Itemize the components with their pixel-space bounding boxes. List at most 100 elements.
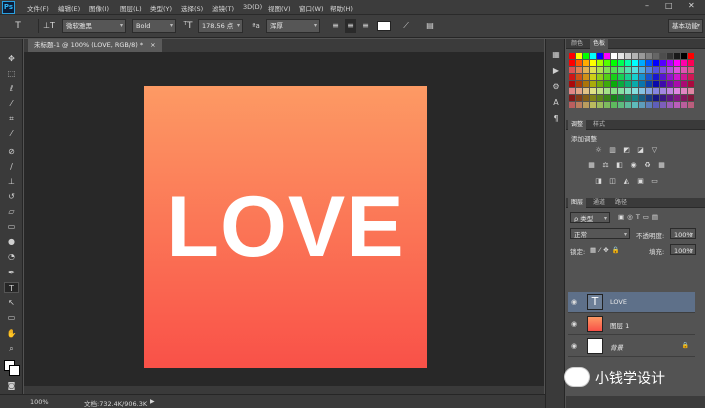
color-swatch[interactable] bbox=[611, 60, 617, 66]
menu-file[interactable]: 文件(F) bbox=[27, 3, 49, 13]
blur-tool-icon[interactable]: ● bbox=[4, 236, 19, 247]
color-swatch[interactable] bbox=[583, 53, 589, 59]
color-swatch[interactable] bbox=[667, 67, 673, 73]
color-swatch[interactable] bbox=[688, 95, 694, 101]
color-swatch[interactable] bbox=[639, 88, 645, 94]
color-swatch[interactable] bbox=[611, 53, 617, 59]
visibility-eye-icon[interactable]: ◉ bbox=[571, 298, 577, 306]
history-brush-tool-icon[interactable]: ↺ bbox=[4, 191, 19, 202]
color-swatch[interactable] bbox=[597, 53, 603, 59]
color-swatch[interactable] bbox=[618, 74, 624, 80]
color-swatch[interactable] bbox=[576, 88, 582, 94]
color-swatch[interactable] bbox=[583, 60, 589, 66]
color-swatch[interactable] bbox=[688, 53, 694, 59]
color-swatch[interactable] bbox=[590, 67, 596, 73]
menu-help[interactable]: 帮助(H) bbox=[330, 3, 353, 13]
hand-tool-icon[interactable]: ✋ bbox=[4, 328, 19, 339]
color-swatch[interactable] bbox=[653, 81, 659, 87]
layer-row-background[interactable]: ◉ 背景 🔒 bbox=[568, 336, 695, 357]
color-swatch[interactable] bbox=[611, 67, 617, 73]
eraser-tool-icon[interactable]: ▱ bbox=[4, 206, 19, 217]
color-swatch[interactable] bbox=[681, 60, 687, 66]
color-swatch[interactable] bbox=[583, 95, 589, 101]
quick-select-tool-icon[interactable]: ⁄ bbox=[4, 98, 19, 109]
tab-styles[interactable]: 样式 bbox=[590, 120, 608, 130]
horizontal-scrollbar[interactable] bbox=[24, 386, 544, 394]
opacity-field[interactable]: 100% bbox=[670, 228, 696, 239]
color-swatch[interactable] bbox=[667, 53, 673, 59]
canvas-area[interactable]: LOVE bbox=[24, 52, 544, 394]
dodge-tool-icon[interactable]: ◔ bbox=[4, 251, 19, 262]
color-swatch[interactable] bbox=[632, 81, 638, 87]
color-swatch[interactable] bbox=[688, 88, 694, 94]
color-swatch[interactable] bbox=[576, 74, 582, 80]
font-size-dropdown[interactable]: 178.56 点 bbox=[198, 19, 243, 33]
color-swatch[interactable] bbox=[590, 60, 596, 66]
visibility-eye-icon[interactable]: ◉ bbox=[571, 342, 577, 350]
color-swatch[interactable] bbox=[618, 88, 624, 94]
color-swatch[interactable] bbox=[653, 74, 659, 80]
path-select-tool-icon[interactable]: ↖ bbox=[4, 297, 19, 308]
character-panel-icon[interactable]: A bbox=[550, 97, 562, 109]
color-swatch[interactable] bbox=[646, 81, 652, 87]
color-swatch[interactable] bbox=[625, 95, 631, 101]
document-canvas[interactable]: LOVE bbox=[144, 86, 427, 368]
color-swatch[interactable] bbox=[674, 60, 680, 66]
brightness-icon[interactable]: ☼ bbox=[594, 146, 603, 154]
color-swatch[interactable] bbox=[688, 102, 694, 108]
layer-row-love[interactable]: ◉ T LOVE bbox=[568, 292, 695, 313]
gradient-map-icon[interactable]: ▭ bbox=[650, 177, 659, 185]
history-panel-icon[interactable]: ▦ bbox=[550, 49, 562, 61]
zoom-level[interactable]: 100% bbox=[30, 398, 49, 406]
color-swatch[interactable] bbox=[576, 67, 582, 73]
pen-tool-icon[interactable]: ✒ bbox=[4, 267, 19, 278]
layer-filter-icons[interactable]: ▣◎T▭▤ bbox=[618, 213, 661, 221]
text-color-swatch[interactable] bbox=[377, 21, 391, 31]
color-swatch[interactable] bbox=[667, 102, 673, 108]
tab-swatches[interactable]: 色板 bbox=[590, 39, 609, 49]
properties-panel-icon[interactable]: ⚙ bbox=[550, 81, 562, 93]
color-swatch[interactable] bbox=[639, 60, 645, 66]
color-swatch[interactable] bbox=[576, 53, 582, 59]
color-swatch[interactable] bbox=[604, 95, 610, 101]
menu-view[interactable]: 视图(V) bbox=[268, 3, 291, 13]
selective-color-icon[interactable]: ▣ bbox=[636, 177, 645, 185]
color-swatch[interactable] bbox=[681, 74, 687, 80]
font-family-dropdown[interactable]: 微软雅黑 bbox=[62, 19, 126, 33]
color-swatch[interactable] bbox=[611, 81, 617, 87]
hue-saturation-icon[interactable]: ▦ bbox=[587, 161, 596, 169]
color-swatch[interactable] bbox=[632, 102, 638, 108]
color-swatch[interactable] bbox=[590, 74, 596, 80]
gradient-tool-icon[interactable]: ▭ bbox=[4, 221, 19, 232]
anti-alias-dropdown[interactable]: 浑厚 bbox=[266, 19, 320, 33]
color-swatch[interactable] bbox=[569, 81, 575, 87]
lock-icons[interactable]: ▦⁄✥🔒 bbox=[590, 246, 623, 254]
menu-layer[interactable]: 图层(L) bbox=[120, 3, 142, 13]
color-swatch[interactable] bbox=[681, 67, 687, 73]
color-swatch[interactable] bbox=[660, 102, 666, 108]
color-swatch[interactable] bbox=[688, 67, 694, 73]
close-tab-icon[interactable]: × bbox=[150, 41, 155, 49]
color-swatch[interactable] bbox=[646, 67, 652, 73]
color-swatch[interactable] bbox=[688, 60, 694, 66]
invert-icon[interactable]: ◨ bbox=[594, 177, 603, 185]
color-swatch[interactable] bbox=[653, 88, 659, 94]
layer-row-layer1[interactable]: ◉ 图层 1 bbox=[568, 314, 695, 335]
align-left-icon[interactable]: ≡ bbox=[330, 19, 341, 33]
photo-filter-icon[interactable]: ◉ bbox=[629, 161, 638, 169]
color-swatch[interactable] bbox=[639, 67, 645, 73]
threshold-icon[interactable]: ◭ bbox=[622, 177, 631, 185]
color-swatch[interactable] bbox=[646, 102, 652, 108]
color-swatch[interactable] bbox=[632, 60, 638, 66]
color-swatch[interactable] bbox=[674, 81, 680, 87]
color-swatch[interactable] bbox=[632, 95, 638, 101]
color-swatch[interactable] bbox=[590, 88, 596, 94]
color-swatch[interactable] bbox=[618, 67, 624, 73]
tab-color[interactable]: 颜色 bbox=[568, 39, 586, 49]
rectangle-tool-icon[interactable]: ▭ bbox=[4, 312, 19, 323]
vibrance-icon[interactable]: ▽ bbox=[650, 146, 659, 154]
close-icon[interactable]: ✕ bbox=[688, 1, 695, 10]
love-text-layer[interactable]: LOVE bbox=[144, 86, 427, 368]
color-swatch[interactable] bbox=[625, 88, 631, 94]
color-swatch[interactable] bbox=[583, 74, 589, 80]
